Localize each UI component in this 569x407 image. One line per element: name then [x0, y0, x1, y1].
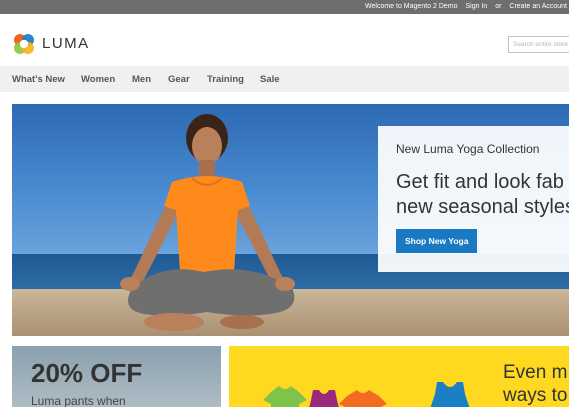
nav-item-gear[interactable]: Gear	[168, 74, 190, 85]
nav-item-sale[interactable]: Sale	[260, 74, 280, 85]
hero-headline-line2: new seasonal styles	[396, 196, 569, 218]
promo-card-pants[interactable]: 20% OFF Luma pants when	[12, 346, 221, 407]
create-account-link[interactable]: Create an Account	[509, 3, 567, 10]
nav-item-men[interactable]: Men	[132, 74, 151, 85]
hero-banner[interactable]: New Luma Yoga Collection Get fit and loo…	[12, 104, 569, 336]
tank-blue-image	[430, 382, 470, 407]
nav-item-training[interactable]: Training	[207, 74, 244, 85]
page-header: LUMA Search entire store here...	[0, 14, 569, 66]
tank-image	[309, 390, 339, 407]
tee-image	[263, 386, 307, 407]
promo-discount: 20% OFF	[31, 358, 143, 388]
logo-text[interactable]: LUMA	[42, 35, 90, 52]
promo-card-tees[interactable]: Even m ways to	[229, 346, 569, 407]
or-separator: or	[495, 3, 502, 10]
hero-promo-box: New Luma Yoga Collection Get fit and loo…	[378, 126, 569, 272]
header-links: Welcome to Magento 2 Demo Sign In or Cre…	[359, 3, 567, 10]
shop-new-yoga-button[interactable]: Shop New Yoga	[396, 229, 478, 253]
tee-orange-image	[339, 390, 387, 407]
sign-in-link[interactable]: Sign In	[465, 3, 487, 10]
hero-headline: Get fit and look fab new seasonal styles	[396, 170, 569, 220]
search-input[interactable]: Search entire store here...	[508, 36, 569, 53]
hero-subtitle: New Luma Yoga Collection	[396, 142, 540, 156]
hero-headline-line1: Get fit and look fab	[396, 171, 564, 193]
nav-item-whats-new[interactable]: What's New	[12, 74, 65, 85]
welcome-message: Welcome to Magento 2 Demo	[365, 3, 458, 10]
yoga-model-image	[120, 114, 295, 331]
nav-item-women[interactable]: Women	[81, 74, 115, 85]
promo-even-more-text: Even m	[503, 362, 568, 383]
luma-logo-icon[interactable]	[12, 32, 36, 56]
top-bar: Welcome to Magento 2 Demo Sign In or Cre…	[0, 0, 569, 14]
main-navigation: What's New Women Men Gear Training Sale	[0, 66, 569, 92]
promo-pants-text: Luma pants when	[31, 394, 126, 407]
promo-ways-text: ways to	[503, 385, 568, 406]
